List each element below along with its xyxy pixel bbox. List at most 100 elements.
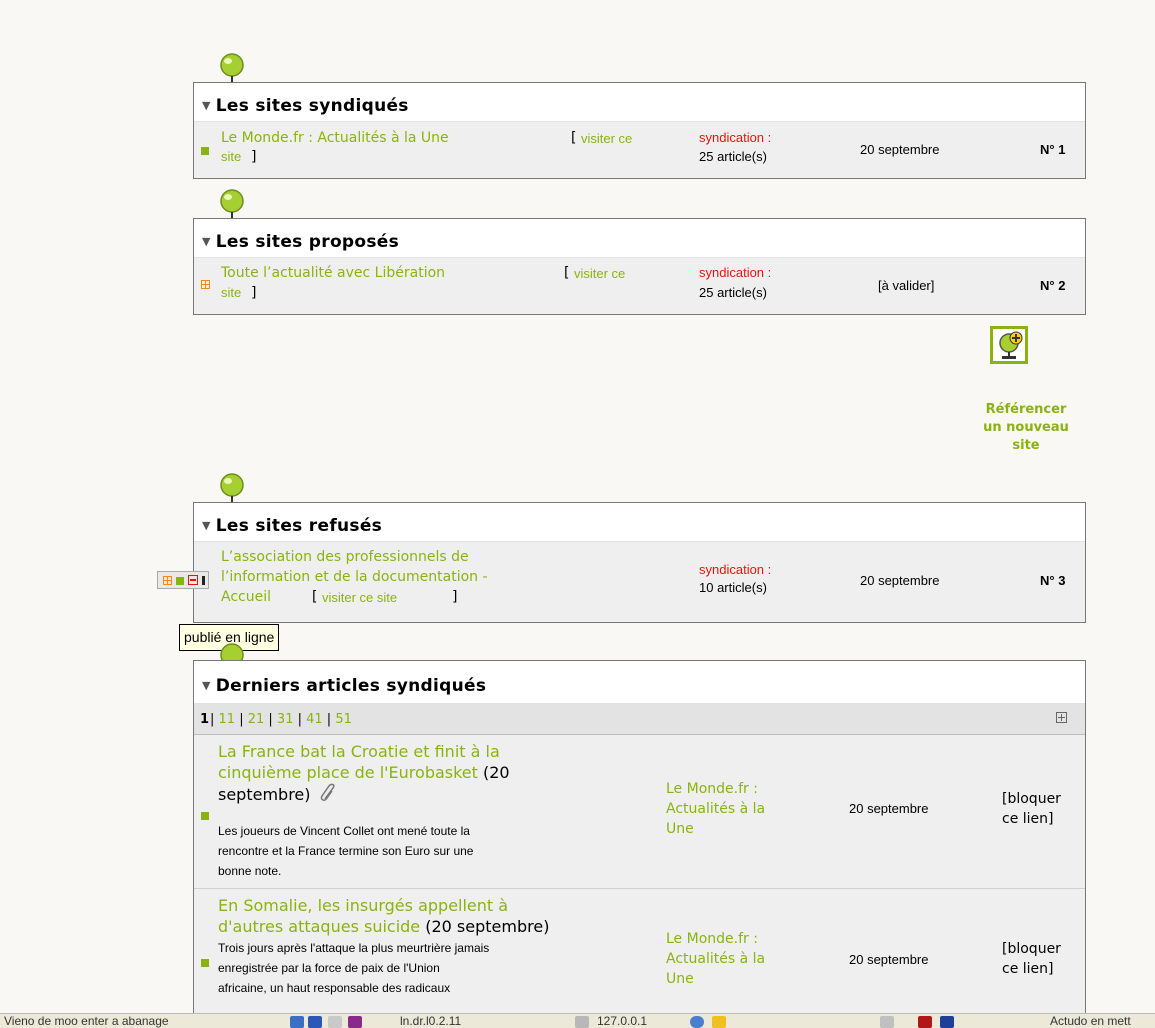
- site-number: N° 3: [1040, 573, 1066, 588]
- visit-close-bracket: ]: [452, 589, 458, 605]
- visit-site-link-cont[interactable]: site: [221, 149, 241, 164]
- pagination: 1 | 11 | 21 | 31 | 41 | 51: [194, 704, 1085, 735]
- desc-line: Trois jours après l'attaque la plus meur…: [218, 941, 490, 955]
- proposed-status-icon[interactable]: [201, 280, 210, 289]
- paperclip-icon[interactable]: [319, 783, 339, 803]
- desc-line: africaine, un haut responsable des radic…: [218, 981, 451, 995]
- status-switcher[interactable]: [157, 571, 209, 589]
- taskbar-mail-icon[interactable]: [328, 1016, 342, 1028]
- source-line: Actualités à la: [666, 951, 766, 967]
- latest-articles-header[interactable]: ▼ Derniers articles syndiqués: [194, 661, 1085, 704]
- visit-close-bracket: ]: [251, 149, 257, 165]
- visit-site-link[interactable]: visiter ce site: [322, 590, 397, 605]
- block-link-line: [bloquer: [1002, 941, 1061, 957]
- article-date: 20 septembre: [849, 801, 929, 816]
- article-description: Les joueurs de Vincent Collet ont mené t…: [218, 821, 473, 881]
- published-status-icon[interactable]: [201, 147, 209, 155]
- refused-sites-panel: ▼ Les sites refusés L’association des pro…: [193, 502, 1086, 623]
- syndication-label: syndication :: [699, 562, 772, 577]
- article-count: 10 article(s): [699, 580, 767, 595]
- refused-sites-header[interactable]: ▼ Les sites refusés: [194, 503, 1085, 542]
- collapse-triangle-icon[interactable]: ▼: [202, 235, 211, 248]
- taskbar-app-icon[interactable]: [308, 1016, 322, 1028]
- visit-site-link-cont[interactable]: site: [221, 285, 241, 300]
- taskbar-window-icon[interactable]: [290, 1016, 304, 1028]
- visit-open-bracket: [: [312, 589, 318, 605]
- article-date-inline: (20 septembre): [420, 917, 550, 936]
- visit-open-bracket: [: [571, 130, 577, 146]
- syndicated-sites-panel: ▼ Les sites syndiqués Le Monde.fr : Actua…: [193, 82, 1086, 179]
- taskbar-globe-icon[interactable]: [690, 1016, 704, 1028]
- taskbar-media-icon[interactable]: [348, 1016, 362, 1028]
- block-link-line: ce lien]: [1002, 811, 1054, 827]
- block-link-button[interactable]: [bloquer ce lien]: [1002, 789, 1061, 829]
- page-link[interactable]: 51: [335, 712, 352, 727]
- add-site-button[interactable]: [990, 326, 1028, 364]
- page-links: | 11 | 21 | 31 | 41 | 51: [210, 712, 352, 727]
- article-count: 25 article(s): [699, 149, 767, 164]
- article-source-link[interactable]: Le Monde.fr : Actualités à la Une: [666, 779, 765, 839]
- taskbar-warning-icon[interactable]: [712, 1016, 726, 1028]
- taskbar-z-icon[interactable]: [918, 1016, 932, 1028]
- article-row: La France bat la Croatie et finit à la c…: [194, 735, 1085, 889]
- collapse-triangle-icon[interactable]: ▼: [202, 99, 211, 112]
- published-status-icon[interactable]: [201, 959, 209, 967]
- proposed-sites-panel: ▼ Les sites proposés Toute l’actualité av…: [193, 218, 1086, 315]
- article-title-link-cont[interactable]: d'autres attaques suicide: [218, 917, 420, 936]
- article-date-inline-cont: septembre): [218, 785, 311, 804]
- taskbar: Vieno de moo enter a abanage ln.dr.l0.2.…: [0, 1013, 1155, 1028]
- site-date: 20 septembre: [860, 573, 940, 588]
- source-line: Le Monde.fr :: [666, 781, 758, 797]
- globe-add-icon: [999, 331, 1023, 359]
- add-site-label-line2: un nouveau: [983, 420, 1069, 435]
- syndication-label: syndication :: [699, 265, 772, 280]
- article-row: En Somalie, les insurgés appellent à d'a…: [194, 889, 1085, 1019]
- add-site-label[interactable]: Référencer un nouveau site: [960, 401, 1092, 455]
- block-link-line: [bloquer: [1002, 791, 1061, 807]
- panel-title: Derniers articles syndiqués: [215, 676, 487, 696]
- propose-status-icon[interactable]: [163, 576, 172, 585]
- block-link-button[interactable]: [bloquer ce lien]: [1002, 939, 1061, 979]
- article-description: Trois jours après l'attaque la plus meur…: [218, 938, 489, 998]
- article-title-link[interactable]: En Somalie, les insurgés appellent à: [218, 896, 508, 915]
- article-title-link[interactable]: La France bat la Croatie et finit à la: [218, 742, 500, 761]
- site-name-link-cont[interactable]: Accueil: [221, 589, 271, 605]
- published-status-icon[interactable]: [201, 812, 209, 820]
- visit-site-link[interactable]: visiter ce: [574, 266, 625, 281]
- collapse-triangle-icon[interactable]: ▼: [202, 679, 211, 692]
- article-source-link[interactable]: Le Monde.fr : Actualités à la Une: [666, 929, 765, 989]
- article-title-block: En Somalie, les insurgés appellent à d'a…: [218, 895, 549, 937]
- proposed-sites-header[interactable]: ▼ Les sites proposés: [194, 219, 1085, 258]
- site-name-link[interactable]: L’association des professionnels de: [221, 549, 469, 565]
- collapse-triangle-icon[interactable]: ▼: [202, 519, 211, 532]
- article-date-inline: (20: [477, 763, 510, 782]
- site-name-link[interactable]: Toute l’actualité avec Libération: [221, 265, 445, 281]
- block-link-line: ce lien]: [1002, 961, 1054, 977]
- site-number: N° 1: [1040, 142, 1066, 157]
- publish-status-icon[interactable]: [176, 577, 184, 585]
- taskbar-m-icon[interactable]: [940, 1016, 954, 1028]
- page-link[interactable]: 21: [248, 712, 265, 727]
- visit-site-link[interactable]: visiter ce: [581, 131, 632, 146]
- visit-open-bracket: [: [564, 265, 570, 281]
- add-site-label-line3: site: [1012, 438, 1040, 453]
- page-link[interactable]: 31: [277, 712, 294, 727]
- taskbar-folder-icon[interactable]: [880, 1016, 894, 1028]
- article-title-link-cont[interactable]: cinquième place de l'Eurobasket: [218, 763, 478, 782]
- refuse-status-icon[interactable]: [188, 575, 198, 585]
- expand-icon[interactable]: [1056, 712, 1067, 723]
- page-link[interactable]: 11: [219, 712, 236, 727]
- site-name-link-cont[interactable]: l’information et de la documentation -: [221, 569, 488, 585]
- taskbar-doc-icon[interactable]: [575, 1016, 589, 1028]
- site-row: Toute l’actualité avec Libération [ visi…: [194, 258, 1085, 314]
- page-link[interactable]: 41: [306, 712, 323, 727]
- source-line: Une: [666, 821, 694, 837]
- source-line: Actualités à la: [666, 801, 766, 817]
- taskbar-right-text: Actudo en mett: [1050, 1014, 1131, 1028]
- site-name-link[interactable]: Le Monde.fr : Actualités à la Une: [221, 130, 449, 146]
- article-date: 20 septembre: [849, 952, 929, 967]
- syndicated-sites-header[interactable]: ▼ Les sites syndiqués: [194, 83, 1085, 122]
- taskbar-status-text: Vieno de moo enter a abanage: [4, 1014, 169, 1028]
- desc-line: rencontre et la France termine son Euro …: [218, 844, 474, 858]
- desc-line: Les joueurs de Vincent Collet ont mené t…: [218, 824, 470, 838]
